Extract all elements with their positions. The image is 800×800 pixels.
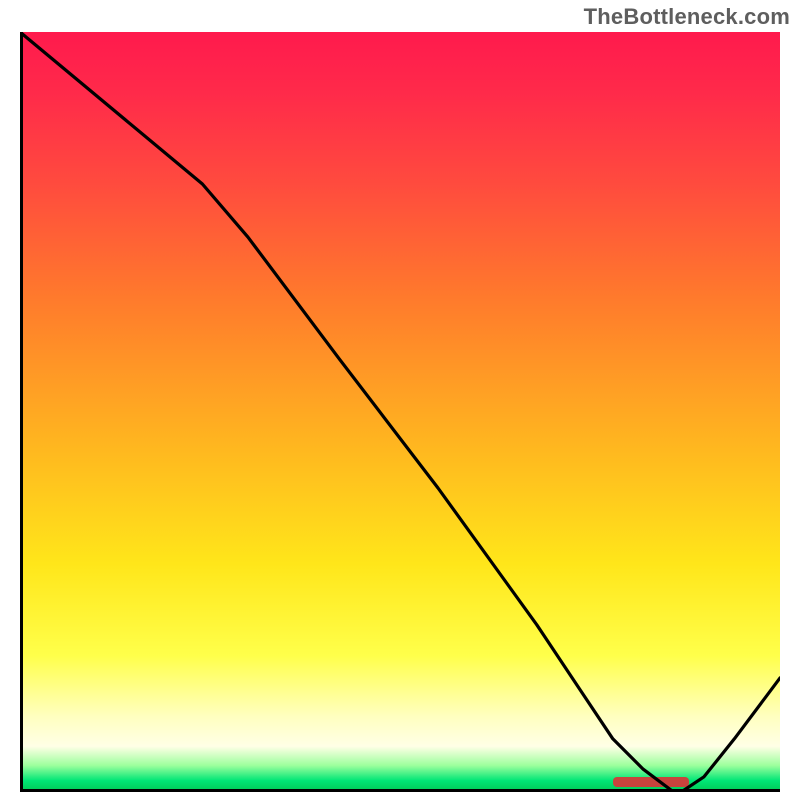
chart-container: TheBottleneck.com xyxy=(0,0,800,800)
gradient-background xyxy=(20,32,780,792)
plot-area xyxy=(20,32,780,792)
optimal-range-marker xyxy=(613,777,689,787)
attribution-label: TheBottleneck.com xyxy=(584,4,790,30)
